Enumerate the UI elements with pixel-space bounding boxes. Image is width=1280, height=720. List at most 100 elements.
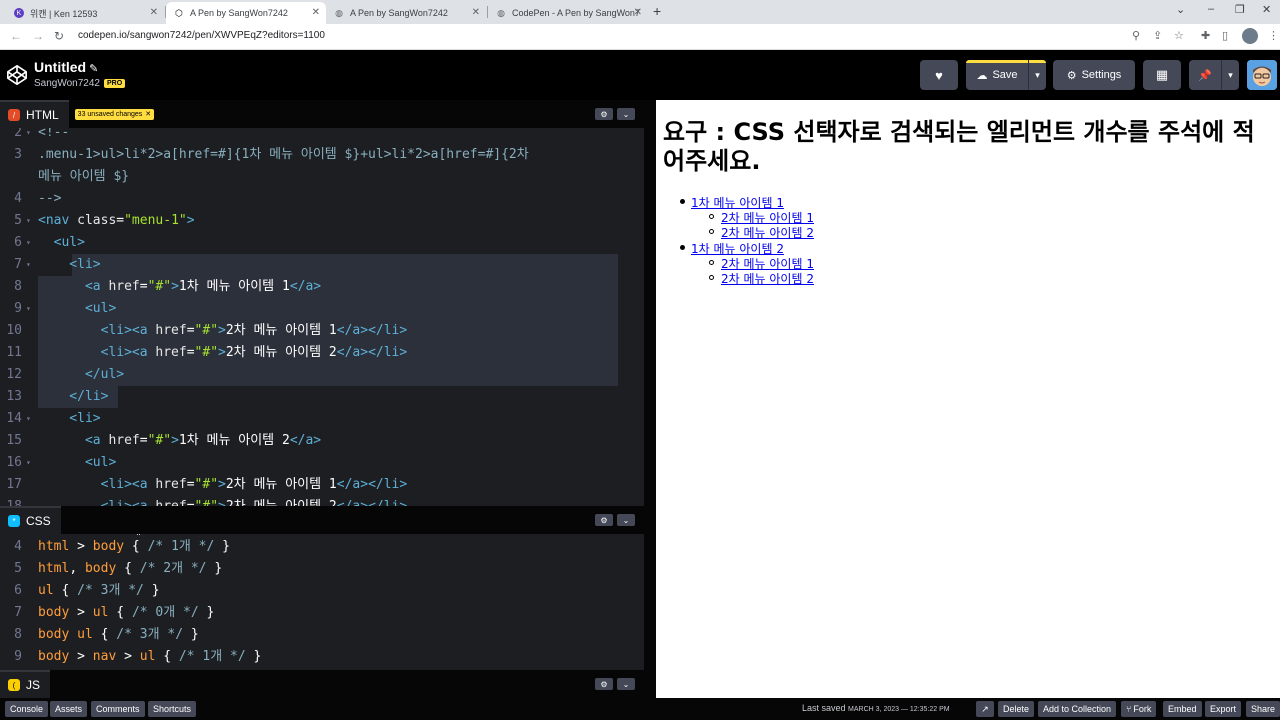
export-button[interactable]: Export xyxy=(1205,701,1242,717)
tab-js[interactable]: ( JS xyxy=(0,670,51,698)
share-icon[interactable]: ⇪ xyxy=(1153,29,1162,42)
layout-button[interactable]: ▦ xyxy=(1143,60,1181,90)
chevron-down-icon[interactable]: ▾ xyxy=(1028,60,1046,90)
fold-arrow-icon[interactable]: ▾ xyxy=(26,408,31,430)
code-line[interactable]: 메뉴 아이템 $} xyxy=(0,166,634,188)
delete-button[interactable]: Delete xyxy=(998,701,1035,717)
gear-icon[interactable]: ⚙ xyxy=(595,514,613,526)
fork-button[interactable]: ⑂ Fork xyxy=(1121,701,1157,717)
browser-tab-4[interactable]: ◍ CodePen - A Pen by SangWon7 ✕ xyxy=(488,2,648,24)
comments-button[interactable]: Comments xyxy=(91,701,145,717)
tab-search-icon[interactable]: ⌄ xyxy=(1176,3,1185,16)
close-icon[interactable]: ✕ xyxy=(150,7,158,18)
chevron-down-icon[interactable]: ⌄ xyxy=(617,108,635,120)
code-line[interactable]: 14 ▾ <li> xyxy=(0,408,634,430)
browser-tab-2[interactable]: ⬡ A Pen by SangWon7242 ✕ xyxy=(166,2,326,24)
gear-icon[interactable]: ⚙ xyxy=(595,678,613,690)
code-line[interactable]: 11 <li><a href="#">2차 메뉴 아이템 2</a></li> xyxy=(0,342,634,364)
tab-css[interactable]: * CSS xyxy=(0,506,61,534)
fold-arrow-icon[interactable]: ▾ xyxy=(26,254,31,276)
zoom-icon[interactable]: ⚲ xyxy=(1132,29,1140,42)
pane-resizer[interactable] xyxy=(644,100,656,698)
pencil-icon[interactable]: ✎ xyxy=(89,63,98,75)
code-line[interactable]: 8 <a href="#">1차 메뉴 아이템 1</a> xyxy=(0,276,634,298)
code-line[interactable]: 4 html > body { /* 1개 */ } xyxy=(0,536,634,558)
shortcuts-button[interactable]: Shortcuts xyxy=(148,701,197,717)
code-line[interactable]: 3 .menu-1>ul>li*2>a[href=#]{1차 메뉴 아이템 $}+… xyxy=(0,144,634,166)
minimize-icon[interactable]: – xyxy=(1208,3,1214,15)
fold-arrow-icon[interactable]: ▾ xyxy=(26,232,31,254)
pen-user[interactable]: SangWon7242 PRO xyxy=(34,78,126,89)
submenu-link[interactable]: 2차 메뉴 아이템 2 xyxy=(721,272,814,286)
chevron-down-icon[interactable]: ⌄ xyxy=(617,514,635,526)
fold-arrow-icon[interactable]: ▾ xyxy=(26,210,31,232)
bullet-icon xyxy=(680,245,685,250)
code-line[interactable]: 2 ▾ <!-- xyxy=(0,128,634,144)
code-line[interactable]: 6 ▾ <ul> xyxy=(0,232,634,254)
gear-icon[interactable]: ⚙ xyxy=(595,108,613,120)
fold-arrow-icon[interactable]: ▾ xyxy=(26,128,31,144)
assets-button[interactable]: Assets xyxy=(50,701,88,717)
share-button[interactable]: Share xyxy=(1246,701,1280,717)
menu-link[interactable]: 1차 메뉴 아이템 1 xyxy=(691,196,784,210)
unsaved-changes-badge[interactable]: 33 unsaved changes ✕ xyxy=(74,108,155,120)
close-icon[interactable]: ✕ xyxy=(145,110,151,118)
new-tab-icon[interactable]: + xyxy=(653,3,661,19)
chevron-down-icon[interactable]: ⌄ xyxy=(617,678,635,690)
save-button[interactable]: ☁ Save ▾ xyxy=(966,60,1046,90)
code-line[interactable]: 15 <a href="#">1차 메뉴 아이템 2</a> xyxy=(0,430,634,452)
bookmark-star-icon[interactable]: ☆ xyxy=(1174,29,1184,42)
menu-link[interactable]: 1차 메뉴 아이템 2 xyxy=(691,242,784,256)
code-line[interactable]: 7 ▾ <li> xyxy=(0,254,634,276)
heart-button[interactable]: ♥ xyxy=(920,60,958,90)
sidepanel-icon[interactable]: ▯ xyxy=(1222,29,1228,42)
browser-tab-1[interactable]: K 위캔 | Ken 12593 ✕ xyxy=(6,2,164,24)
user-avatar[interactable] xyxy=(1247,60,1277,90)
submenu-link[interactable]: 2차 메뉴 아이템 1 xyxy=(721,211,814,225)
back-icon[interactable]: ← xyxy=(10,29,22,43)
code-line[interactable]: 13 </li> xyxy=(0,386,634,408)
embed-button[interactable]: Embed xyxy=(1163,701,1202,717)
code-line[interactable]: 18 <li><a href="#">2차 메뉴 아이템 2</a></li> xyxy=(0,496,634,506)
codepen-logo-icon[interactable] xyxy=(6,64,28,86)
close-icon[interactable]: ✕ xyxy=(312,7,320,18)
code-line[interactable]: 8 body ul { /* 3개 */ } xyxy=(0,624,634,646)
console-button[interactable]: Console xyxy=(5,701,49,717)
fold-arrow-icon[interactable]: ▾ xyxy=(26,298,31,320)
open-external-icon[interactable]: ↗ xyxy=(976,701,994,717)
browser-tab-3[interactable]: ◍ A Pen by SangWon7242 ✕ xyxy=(326,2,486,24)
forward-icon[interactable]: → xyxy=(32,29,44,43)
tab-html[interactable]: / HTML xyxy=(0,100,69,128)
profile-avatar[interactable] xyxy=(1242,28,1258,44)
chevron-down-icon[interactable]: ▾ xyxy=(1221,60,1239,90)
reload-icon[interactable]: ↻ xyxy=(54,29,64,43)
fold-arrow-icon[interactable]: ▾ xyxy=(26,452,31,474)
code-line[interactable]: 5 ▾ <nav class="menu-1"> xyxy=(0,210,634,232)
extensions-icon[interactable]: ✚ xyxy=(1201,29,1210,42)
html-code[interactable]: 2 ▾ <!-- 3 .menu-1>ul>li*2>a[href=#]{1차 메뉴 아… xyxy=(0,128,634,506)
close-icon[interactable]: ✕ xyxy=(472,7,480,18)
window-close-icon[interactable]: ✕ xyxy=(1262,3,1271,16)
code-line[interactable]: 17 <li><a href="#">2차 메뉴 아이템 1</a></li> xyxy=(0,474,634,496)
code-line[interactable]: 9 ▾ <ul> xyxy=(0,298,634,320)
code-line[interactable]: 6 ul { /* 3개 */ } xyxy=(0,580,634,602)
close-icon[interactable]: ✕ xyxy=(634,7,642,18)
pen-title[interactable]: Untitled ✎ xyxy=(34,59,98,75)
pin-button[interactable]: 📌 ▾ xyxy=(1189,60,1239,90)
code-line[interactable]: 10 <li><a href="#">2차 메뉴 아이템 1</a></li> xyxy=(0,320,634,342)
submenu-link[interactable]: 2차 메뉴 아이템 2 xyxy=(721,226,814,240)
code-line[interactable]: 12 </ul> xyxy=(0,364,634,386)
add-to-collection-button[interactable]: Add to Collection xyxy=(1038,701,1117,717)
url-field[interactable]: codepen.io/sangwon7242/pen/XWVPEqZ?edito… xyxy=(78,30,325,41)
submenu-link[interactable]: 2차 메뉴 아이템 1 xyxy=(721,257,814,271)
code-line[interactable]: 9 body > nav > ul { /* 1개 */ } xyxy=(0,646,634,668)
menu-kebab-icon[interactable]: ⋮ xyxy=(1268,29,1279,42)
code-token: > xyxy=(69,649,93,664)
code-line[interactable]: 4 --> xyxy=(0,188,634,210)
code-line[interactable]: 5 html, body { /* 2개 */ } xyxy=(0,558,634,580)
code-line[interactable]: 7 body > ul { /* 0개 */ } xyxy=(0,602,634,624)
maximize-icon[interactable]: ❐ xyxy=(1235,3,1245,16)
css-code[interactable]: 4 html > body { /* 1개 */ } 5 html, body { /… xyxy=(0,534,634,670)
settings-button[interactable]: ⚙ Settings xyxy=(1053,60,1135,90)
code-line[interactable]: 16 ▾ <ul> xyxy=(0,452,634,474)
